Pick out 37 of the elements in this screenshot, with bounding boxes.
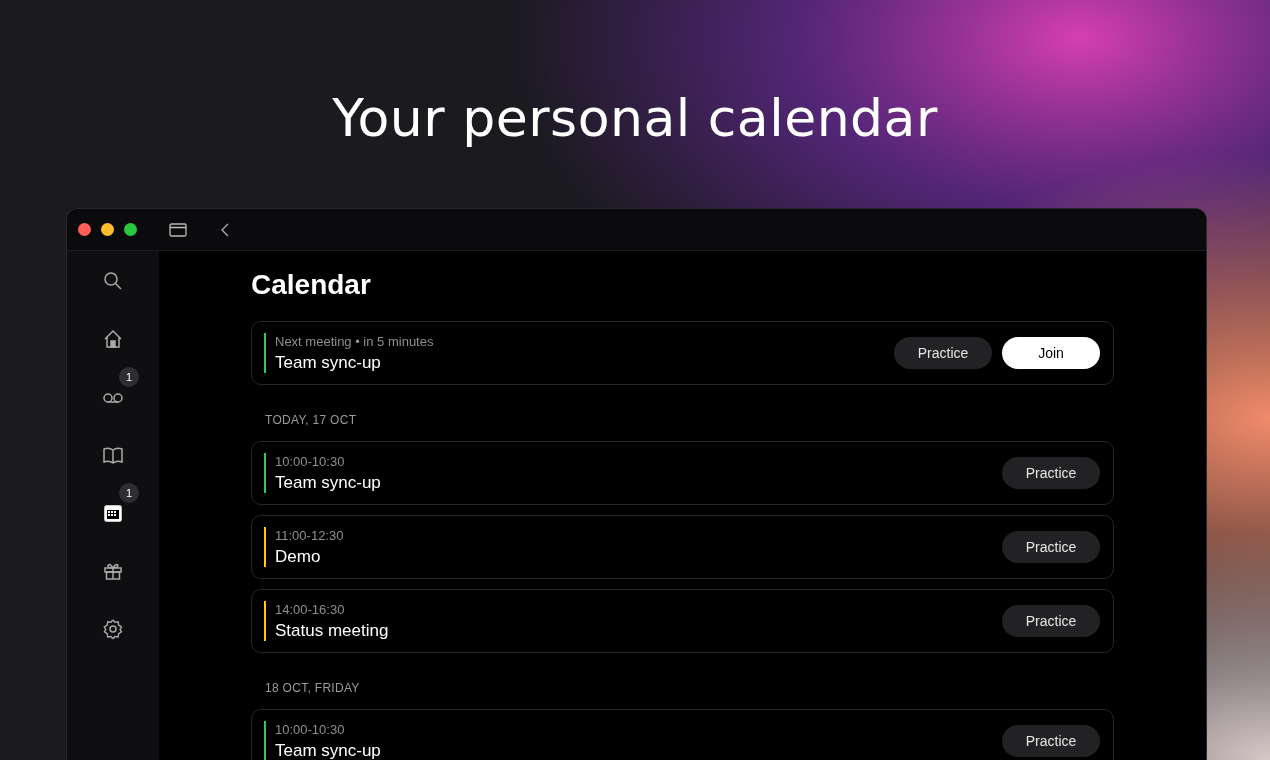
event-time: 11:00-12:30 <box>275 527 345 543</box>
book-icon[interactable] <box>102 444 124 466</box>
event-title: Team sync-up <box>275 472 382 493</box>
day-heading: 18 OCT, FRIDAY <box>265 681 361 695</box>
maximize-button[interactable] <box>124 223 137 236</box>
practice-button[interactable]: Practice <box>1002 457 1100 489</box>
event-card[interactable]: 14:00-16:30 Status meeting Practice <box>251 589 1114 653</box>
practice-button[interactable]: Practice <box>1002 725 1100 757</box>
event-title: Demo <box>275 546 322 567</box>
count-badge: 1 <box>119 367 139 387</box>
event-time: 10:00-10:30 <box>275 453 346 469</box>
sidebar-toggle-icon[interactable] <box>169 222 187 237</box>
event-card[interactable]: 10:00-10:30 Team sync-up Practice <box>251 441 1114 505</box>
day-heading: TODAY, 17 OCT <box>265 413 358 427</box>
count-badge: 1 <box>119 483 139 503</box>
settings-icon[interactable] <box>102 618 124 640</box>
next-meeting-label: Next meeting • in 5 minutes <box>275 333 435 349</box>
headline: Your personal calendar <box>331 87 939 150</box>
event-title: Status meeting <box>275 620 390 641</box>
event-title: Team sync-up <box>275 740 382 760</box>
minimize-button[interactable] <box>101 223 114 236</box>
next-meeting-card[interactable]: Next meeting • in 5 minutes Team sync-up Practice Join <box>251 321 1114 385</box>
home-icon[interactable] <box>102 328 124 350</box>
event-time: 10:00-10:30 <box>275 721 346 737</box>
practice-button[interactable]: Practice <box>894 337 992 369</box>
back-icon[interactable] <box>221 222 229 237</box>
page-title: Calendar <box>251 268 372 302</box>
calendar-icon[interactable] <box>102 502 124 524</box>
event-card[interactable]: 10:00-10:30 Team sync-up Practice <box>251 709 1114 760</box>
event-time: 14:00-16:30 <box>275 601 346 617</box>
search-icon[interactable] <box>102 270 124 292</box>
practice-button[interactable]: Practice <box>1002 605 1100 637</box>
close-button[interactable] <box>78 223 91 236</box>
join-button[interactable]: Join <box>1002 337 1100 369</box>
event-card[interactable]: 11:00-12:30 Demo Practice <box>251 515 1114 579</box>
practice-button[interactable]: Practice <box>1002 531 1100 563</box>
event-title: Team sync-up <box>275 352 382 373</box>
